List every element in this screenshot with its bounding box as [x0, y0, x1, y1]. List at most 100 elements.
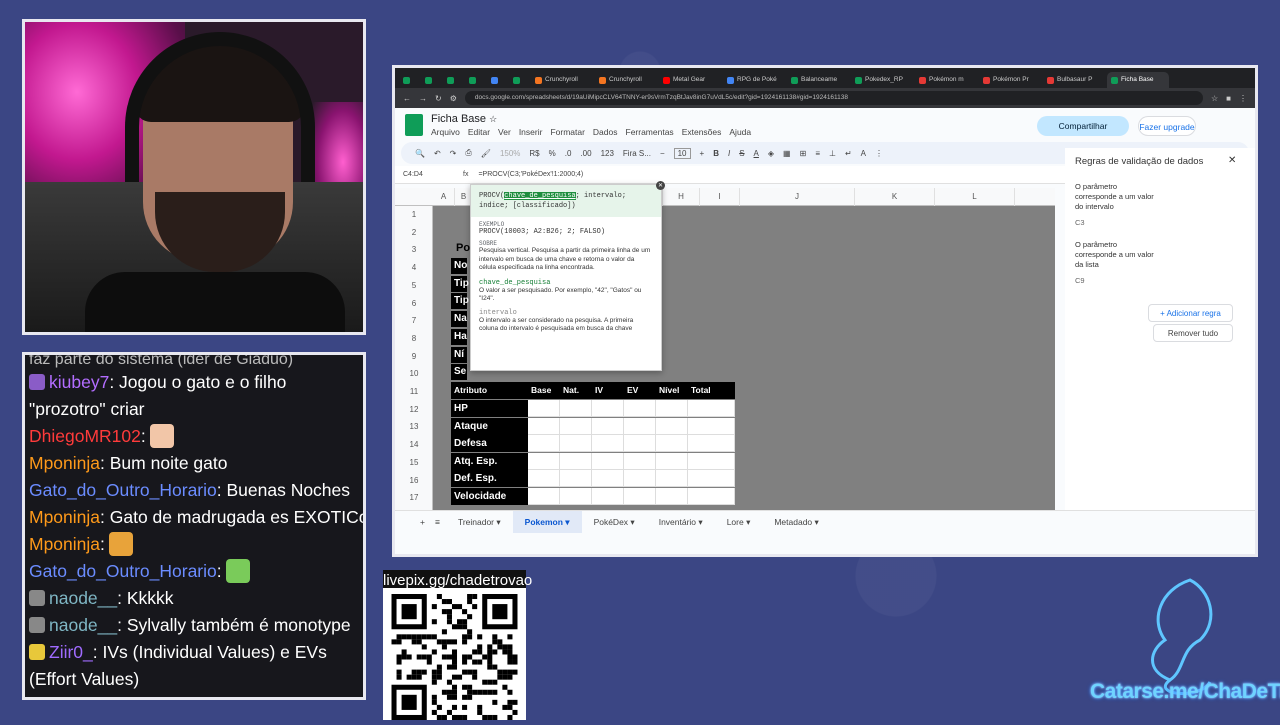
chat-username[interactable]: Mponinja	[29, 507, 100, 527]
stat-value-cell[interactable]	[624, 400, 656, 417]
search-menus-icon[interactable]: 🔍	[415, 149, 425, 158]
stat-value-cell[interactable]	[592, 470, 624, 488]
stats-header-cell[interactable]: Base	[528, 382, 560, 399]
stat-name-cell[interactable]: Atq. Esp.	[451, 452, 528, 470]
star-doc-icon[interactable]: ☆	[489, 114, 497, 124]
font-size-minus[interactable]: −	[660, 149, 665, 158]
chat-username[interactable]: naode__	[49, 588, 117, 608]
add-rule-button[interactable]: + Adicionar regra	[1148, 304, 1233, 322]
stat-value-cell[interactable]	[560, 452, 592, 470]
remove-all-button[interactable]: Remover tudo	[1153, 324, 1233, 342]
row-header[interactable]: 14	[395, 438, 433, 452]
row-header[interactable]: 2	[395, 226, 433, 240]
stat-value-cell[interactable]	[656, 452, 688, 470]
reload-icon[interactable]: ↻	[435, 94, 442, 103]
font-size-plus[interactable]: +	[700, 149, 705, 158]
row-header[interactable]: 1	[395, 208, 433, 222]
decrease-decimal-button[interactable]: .0	[565, 149, 572, 158]
stats-header-cell[interactable]: IV	[592, 382, 624, 399]
browser-tab[interactable]: Pokedex_RP	[851, 72, 913, 88]
chat-username[interactable]: DhiegoMR102	[29, 426, 141, 446]
stat-value-cell[interactable]	[624, 452, 656, 470]
stat-value-cell[interactable]	[624, 470, 656, 488]
browser-tab[interactable]: Crunchyroll	[595, 72, 657, 88]
close-icon[interactable]: ✕	[1228, 155, 1236, 166]
column-header[interactable]: I	[700, 188, 740, 206]
row-header[interactable]: 7	[395, 314, 433, 328]
row-header[interactable]: 3	[395, 243, 433, 257]
strikethrough-icon[interactable]: S	[739, 149, 744, 158]
field-label[interactable]: Ha	[451, 328, 467, 345]
browser-tab[interactable]: Balanceame	[787, 72, 849, 88]
zoom-select[interactable]: 150%	[500, 149, 520, 158]
stat-value-cell[interactable]	[688, 400, 735, 417]
upgrade-button[interactable]: Fazer upgrade	[1138, 116, 1196, 136]
back-icon[interactable]: ←	[403, 94, 411, 103]
extensions-icon[interactable]: ■	[1226, 94, 1231, 103]
share-button[interactable]: Compartilhar	[1037, 116, 1129, 136]
menu-item[interactable]: Extensões	[682, 127, 722, 137]
stat-value-cell[interactable]	[560, 435, 592, 453]
currency-button[interactable]: R$	[529, 149, 539, 158]
field-label[interactable]: Tip	[451, 275, 469, 292]
stat-value-cell[interactable]	[528, 400, 560, 417]
stat-value-cell[interactable]	[656, 488, 688, 505]
star-icon[interactable]: ☆	[1211, 94, 1218, 103]
doc-title[interactable]: Ficha Base	[431, 113, 486, 125]
browser-tab[interactable]	[399, 72, 419, 88]
percent-button[interactable]: %	[549, 149, 556, 158]
stats-header-cell[interactable]: EV	[624, 382, 656, 399]
menu-item[interactable]: Arquivo	[431, 127, 460, 137]
browser-tab[interactable]	[487, 72, 507, 88]
column-header[interactable]: L	[935, 188, 1015, 206]
stat-value-cell[interactable]	[656, 470, 688, 488]
increase-decimal-button[interactable]: .00	[580, 149, 591, 158]
url-field[interactable]: docs.google.com/spreadsheets/d/19aUiMipc…	[464, 91, 1203, 105]
stat-value-cell[interactable]	[528, 488, 560, 505]
stat-value-cell[interactable]	[624, 417, 656, 435]
stat-value-cell[interactable]	[592, 435, 624, 453]
stat-value-cell[interactable]	[560, 400, 592, 417]
stat-name-cell[interactable]: Velocidade	[451, 488, 528, 505]
stat-value-cell[interactable]	[592, 488, 624, 505]
fill-color-icon[interactable]: ◈	[768, 149, 774, 158]
undo-icon[interactable]: ↶	[434, 149, 441, 158]
chat-username[interactable]: Gato_do_Outro_Horario	[29, 480, 217, 500]
chat-username[interactable]: Gato_do_Outro_Horario	[29, 561, 217, 581]
forward-icon[interactable]: →	[419, 94, 427, 103]
font-size-input[interactable]: 10	[673, 147, 691, 159]
stats-header-cell[interactable]: Nível	[656, 382, 688, 399]
menu-icon[interactable]: ⋮	[1239, 94, 1247, 103]
sheet-tab[interactable]: Treinador ▾	[446, 511, 513, 533]
stat-value-cell[interactable]	[688, 470, 735, 488]
valign-icon[interactable]: ⊥	[829, 149, 836, 158]
stat-value-cell[interactable]	[592, 417, 624, 435]
stat-name-cell[interactable]: Ataque	[451, 417, 528, 435]
more-icon[interactable]: ⋮	[875, 149, 883, 158]
stat-value-cell[interactable]	[656, 417, 688, 435]
menu-item[interactable]: Inserir	[519, 127, 543, 137]
menu-item[interactable]: Ver	[498, 127, 511, 137]
field-label[interactable]: Tip	[451, 293, 469, 310]
field-label[interactable]: Se	[451, 364, 467, 381]
browser-tab[interactable]: RPG de Poké	[723, 72, 785, 88]
formula-input[interactable]: =PROCV(C3;'PokéDex'!1:2000;4)	[478, 171, 583, 178]
sheet-tab[interactable]: Lore ▾	[715, 511, 763, 533]
browser-tab[interactable]	[465, 72, 485, 88]
stat-value-cell[interactable]	[688, 452, 735, 470]
browser-tab[interactable]: Bulbasaur P	[1043, 72, 1105, 88]
stat-value-cell[interactable]	[560, 470, 592, 488]
add-sheet-icon[interactable]: +	[420, 517, 425, 527]
row-header[interactable]: 9	[395, 350, 433, 364]
stat-value-cell[interactable]	[688, 488, 735, 505]
stat-value-cell[interactable]	[560, 488, 592, 505]
row-header[interactable]: 8	[395, 332, 433, 346]
row-header[interactable]: 16	[395, 474, 433, 488]
sheets-logo-icon[interactable]	[405, 114, 423, 136]
redo-icon[interactable]: ↷	[450, 149, 457, 158]
row-header[interactable]: 15	[395, 456, 433, 470]
stats-header-cell[interactable]: Atributo	[451, 382, 528, 399]
row-header[interactable]: 5	[395, 279, 433, 293]
align-icon[interactable]: ≡	[815, 149, 820, 158]
menu-item[interactable]: Editar	[468, 127, 490, 137]
